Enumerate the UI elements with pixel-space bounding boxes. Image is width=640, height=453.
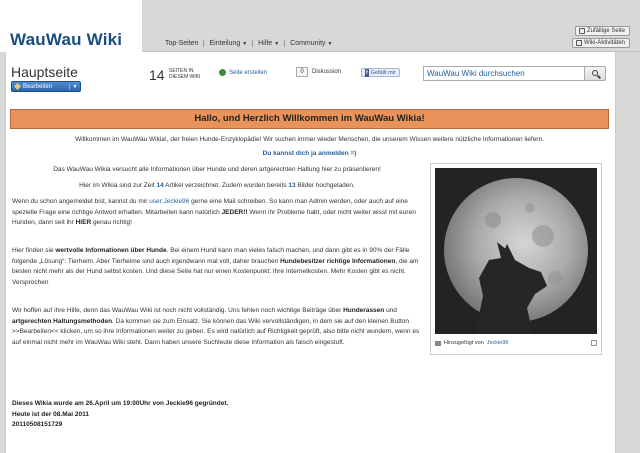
camera-icon (435, 340, 441, 346)
intro-text: Willkommen im WauWau Wikia!, der freien … (75, 136, 544, 143)
nav-label: Top-Seiten (165, 40, 199, 47)
stats-text: Hier im Wikia sind zur Zeit (79, 182, 157, 189)
facebook-icon: f (365, 68, 369, 77)
random-page-label: Zufällige Seite (586, 27, 625, 34)
article-count-label: SEITEN IN DIESEM WIKI (169, 68, 201, 80)
add-page-icon (219, 69, 226, 76)
emphasis: Hunderassen (343, 307, 385, 314)
contact-paragraph: Wenn du schon angemeldet bist, kannst du… (12, 197, 422, 229)
stats-text: Bilder hochgeladen. (295, 182, 355, 189)
wiki-activity-button[interactable]: Wiki-Aktivitäten (571, 38, 630, 48)
page-title: Hauptseite (11, 64, 78, 80)
nav-label: Community (290, 40, 326, 47)
content-area: Hauptseite Bearbeiten ▼ 14 SEITEN IN DIE… (0, 52, 640, 453)
edit-label: Bearbeiten (23, 83, 53, 90)
login-paragraph: Du kannst dich ja anmelden =) (10, 149, 609, 160)
wiki-activity-label: Wiki-Aktivitäten (583, 39, 625, 46)
timestamp-text: 20110508151729 (12, 421, 63, 428)
info-paragraph: Das WauWau Wikia versucht alle Informati… (53, 166, 381, 173)
chevron-down-icon: ▼ (274, 41, 280, 47)
discussion-link[interactable]: Diskussion (312, 69, 341, 75)
article-count-link[interactable]: 14 (156, 182, 163, 189)
chevron-down-icon: ▼ (327, 41, 333, 47)
page-header: Hauptseite Bearbeiten ▼ 14 SEITEN IN DIE… (11, 62, 611, 102)
main-navigation: Top-Seiten Einteilung ▼ Hilfe ▼ Community ▼ (165, 40, 338, 47)
nav-label: Einteilung (209, 40, 241, 47)
founded-text: Dieses Wikia wurde am 26.April um 19:00U… (12, 400, 229, 407)
activity-icon (575, 40, 582, 46)
image-caption: Hinzugefügt von Jeckie96 (435, 340, 597, 346)
contact-text: genau richtig! (91, 219, 132, 226)
search-input[interactable]: WauWau Wiki durchsuchen (423, 66, 593, 81)
edit-button[interactable]: Bearbeiten ▼ (11, 81, 81, 92)
nav-community[interactable]: Community ▼ (285, 40, 337, 47)
chevron-down-icon: ▼ (242, 41, 248, 47)
footer-info: Dieses Wikia wurde am 26.April um 19:00U… (12, 399, 422, 431)
article-count: 14 (149, 67, 165, 83)
pencil-icon (13, 82, 22, 91)
about-text: Hier finden sie (12, 247, 56, 254)
caption-prefix: Hinzugefügt von (444, 340, 484, 346)
search-button[interactable] (584, 66, 606, 81)
date-text: Heute ist der 08.Mai 2011 (12, 410, 89, 418)
nav-label: Hilfe (258, 40, 273, 47)
emphasis: HIER (75, 219, 92, 226)
contact-text: Wenn du schon angemeldet bist, kannst du… (12, 198, 150, 205)
nav-top-pages[interactable]: Top-Seiten (165, 40, 205, 47)
help-paragraph: Wir hoffen auf ihre Hilfe, denn das WauW… (12, 306, 422, 348)
stats-paragraph: Hier im Wikia sind zur Zeit 14 Artikel v… (10, 181, 424, 192)
enlarge-icon[interactable] (591, 340, 597, 346)
random-icon (578, 28, 585, 34)
search-icon-handle (597, 74, 601, 79)
help-text: und (384, 307, 397, 314)
emphasis: JEDER!! (221, 208, 248, 216)
image-count-link[interactable]: 13 (288, 182, 295, 189)
help-text: Wir hoffen auf ihre Hilfe, denn das WauW… (12, 307, 344, 314)
facebook-like-button[interactable]: f Gefällt mir (361, 68, 400, 77)
image-thumbnail[interactable]: Hinzugefügt von Jeckie96 (430, 163, 602, 355)
create-page-label: Seite erstellen (229, 69, 268, 76)
create-page-link[interactable]: Seite erstellen (219, 69, 267, 76)
random-page-button[interactable]: Zufällige Seite (574, 26, 630, 36)
moon-wolf-image[interactable] (435, 168, 597, 334)
wiki-logo[interactable]: WauWau Wiki (10, 30, 122, 50)
moon-wolf-illustration (435, 168, 597, 334)
nav-einteilung[interactable]: Einteilung ▼ (204, 40, 254, 47)
top-bar: WauWau Wiki Top-Seiten Einteilung ▼ Hilfe… (0, 0, 640, 52)
emphasis: Hundebesitzer richtige Informationen (280, 257, 396, 265)
caption-user-link[interactable]: Jeckie96 (487, 340, 509, 346)
emphasis: artgerechten Haltungsmethoden (12, 317, 113, 325)
discussion-count[interactable]: 0 (296, 67, 308, 77)
about-paragraph: Hier finden sie wertvolle Informationen … (12, 246, 422, 288)
chevron-down-icon[interactable]: ▼ (69, 83, 80, 90)
nav-hilfe[interactable]: Hilfe ▼ (253, 40, 286, 47)
article-page: Hauptseite Bearbeiten ▼ 14 SEITEN IN DIE… (5, 52, 616, 453)
facebook-like-label: Gefällt mir (370, 69, 396, 76)
user-link[interactable]: user:Jeckie96 (149, 198, 189, 205)
welcome-banner: Hallo, und Herzlich Willkommen im WauWau… (10, 109, 609, 129)
login-link[interactable]: Du kannst dich ja anmelden =) (263, 150, 357, 157)
stats-text: Artikel verzeichnet. Zudem wurden bereit… (163, 182, 289, 189)
emphasis: wertvolle Informationen über Hunde (55, 247, 167, 254)
